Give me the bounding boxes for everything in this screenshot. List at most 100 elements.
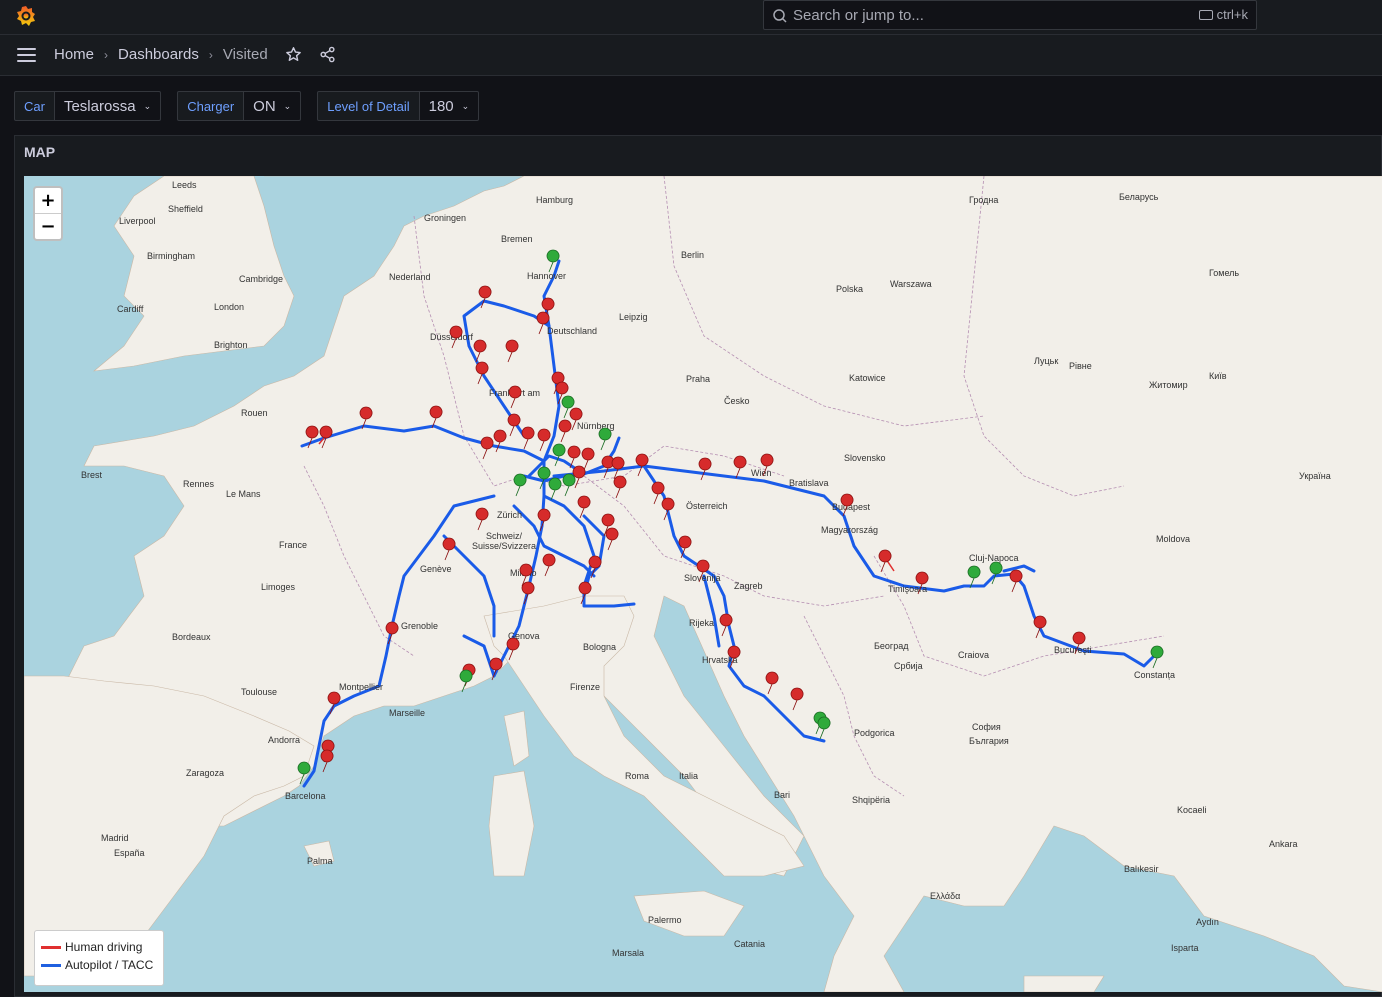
variables-bar: Car Teslarossa ⌄ Charger ON ⌄ Level of Det…	[14, 91, 495, 121]
car-variable-select[interactable]: Teslarossa ⌄	[54, 91, 162, 121]
svg-text:Cambridge: Cambridge	[239, 274, 283, 284]
grafana-logo-icon[interactable]	[14, 4, 38, 28]
svg-text:Bari: Bari	[774, 790, 790, 800]
svg-text:Craiova: Craiova	[958, 650, 989, 660]
svg-text:Limoges: Limoges	[261, 582, 296, 592]
map-legend: Human driving Autopilot / TACC	[34, 930, 164, 986]
chevron-down-icon: ⌄	[143, 100, 152, 111]
chevron-right-icon: ›	[208, 47, 213, 62]
svg-text:Slovensko: Slovensko	[844, 453, 886, 463]
search-box[interactable]: Search or jump to... ctrl+k	[763, 0, 1257, 30]
breadcrumb-dashboards[interactable]: Dashboards	[118, 46, 199, 63]
svg-text:Roma: Roma	[625, 771, 649, 781]
svg-text:Bucureşti: Bucureşti	[1054, 645, 1092, 655]
top-bar: Search or jump to... ctrl+k	[0, 0, 1382, 35]
svg-text:Deutschland: Deutschland	[547, 326, 597, 336]
level-of-detail-select[interactable]: 180 ⌄	[419, 91, 480, 121]
crete	[1023, 975, 1105, 992]
svg-text:Brest: Brest	[81, 470, 103, 480]
search-shortcut: ctrl+k	[1198, 7, 1248, 22]
breadcrumb: Home › Dashboards › Visited	[54, 46, 268, 63]
svg-text:Andorra: Andorra	[268, 735, 300, 745]
svg-text:Toulouse: Toulouse	[241, 687, 277, 697]
svg-text:Leeds: Leeds	[172, 180, 197, 190]
svg-text:Житомир: Житомир	[1149, 380, 1188, 390]
keyboard-icon	[1198, 9, 1213, 20]
svg-text:Isparta: Isparta	[1171, 943, 1199, 953]
legend-swatch-red	[41, 945, 61, 949]
svg-text:Србија: Србија	[894, 661, 923, 671]
svg-text:Montpellier: Montpellier	[339, 682, 383, 692]
svg-text:Cardiff: Cardiff	[117, 304, 144, 314]
svg-text:Magyarország: Magyarország	[821, 525, 878, 535]
legend-label-human: Human driving	[65, 940, 143, 954]
svg-text:Schweiz/: Schweiz/	[486, 531, 523, 541]
svg-text:Рівне: Рівне	[1069, 361, 1092, 371]
chevron-down-icon: ⌄	[461, 100, 470, 111]
svg-text:Wien: Wien	[751, 468, 772, 478]
svg-text:Zagreb: Zagreb	[734, 581, 763, 591]
svg-text:Київ: Київ	[1209, 371, 1227, 381]
svg-text:Brighton: Brighton	[214, 340, 248, 350]
svg-text:Polska: Polska	[836, 284, 863, 294]
svg-text:Гродна: Гродна	[969, 195, 998, 205]
svg-text:Nederland: Nederland	[389, 272, 431, 282]
star-icon[interactable]	[285, 46, 302, 63]
svg-text:London: London	[214, 302, 244, 312]
svg-text:France: France	[279, 540, 307, 550]
svg-text:Balıkesir: Balıkesir	[1124, 864, 1159, 874]
svg-text:Београд: Београд	[874, 641, 909, 651]
menu-icon[interactable]	[17, 48, 36, 62]
car-variable-value: Teslarossa	[63, 97, 136, 115]
svg-text:Kocaeli: Kocaeli	[1177, 805, 1207, 815]
map-canvas[interactable]: Leeds Sheffield Liverpool Birmingham Cam…	[24, 176, 1382, 992]
svg-text:България: България	[969, 736, 1009, 746]
charger-variable-select[interactable]: ON ⌄	[244, 91, 302, 121]
svg-text:Grenoble: Grenoble	[401, 621, 438, 631]
charger-variable-value: ON	[253, 97, 276, 115]
svg-text:Ankara: Ankara	[1269, 839, 1298, 849]
level-of-detail-value: 180	[428, 97, 454, 115]
shortcut-label: ctrl+k	[1216, 7, 1248, 22]
svg-text:Catania: Catania	[734, 939, 765, 949]
svg-text:Česko: Česko	[724, 396, 750, 406]
legend-item-autopilot: Autopilot / TACC	[41, 958, 153, 972]
svg-text:Suisse/Svizzera: Suisse/Svizzera	[472, 541, 536, 551]
zoom-in-button[interactable]: +	[35, 188, 61, 214]
zoom-out-button[interactable]: −	[35, 214, 61, 239]
legend-item-human: Human driving	[41, 940, 142, 954]
svg-text:Podgorica: Podgorica	[854, 728, 895, 738]
breadcrumb-home[interactable]: Home	[54, 46, 94, 63]
svg-text:Madrid: Madrid	[101, 833, 129, 843]
svg-text:Zaragoza: Zaragoza	[186, 768, 224, 778]
svg-text:Groningen: Groningen	[424, 213, 466, 223]
svg-text:Луцьк: Луцьк	[1034, 356, 1058, 366]
svg-text:Sheffield: Sheffield	[168, 204, 203, 214]
panel-title[interactable]: MAP	[24, 144, 55, 160]
svg-text:Katowice: Katowice	[849, 373, 886, 383]
svg-text:Birmingham: Birmingham	[147, 251, 195, 261]
svg-text:Italia: Italia	[679, 771, 698, 781]
svg-text:Гомель: Гомель	[1209, 268, 1239, 278]
svg-text:Marsala: Marsala	[612, 948, 644, 958]
chevron-down-icon: ⌄	[283, 100, 292, 111]
svg-text:София: София	[972, 722, 1001, 732]
svg-text:Le Mans: Le Mans	[226, 489, 261, 499]
svg-text:Bratislava: Bratislava	[789, 478, 829, 488]
svg-text:Barcelona: Barcelona	[285, 791, 326, 801]
svg-text:Moldova: Moldova	[1156, 534, 1190, 544]
svg-text:Україна: Україна	[1299, 471, 1331, 481]
svg-text:Liverpool: Liverpool	[119, 216, 156, 226]
svg-text:Rennes: Rennes	[183, 479, 215, 489]
share-icon[interactable]	[319, 46, 336, 63]
svg-text:Genève: Genève	[420, 564, 452, 574]
chevron-right-icon: ›	[104, 47, 109, 62]
legend-swatch-blue	[41, 963, 61, 967]
svg-text:Bremen: Bremen	[501, 234, 533, 244]
svg-text:Warszawa: Warszawa	[890, 279, 932, 289]
breadcrumb-current: Visited	[222, 46, 268, 63]
svg-text:Cluj-Napoca: Cluj-Napoca	[969, 553, 1019, 563]
legend-label-autopilot: Autopilot / TACC	[65, 958, 154, 972]
svg-text:España: España	[114, 848, 145, 858]
map-svg[interactable]: Leeds Sheffield Liverpool Birmingham Cam…	[24, 176, 1382, 992]
